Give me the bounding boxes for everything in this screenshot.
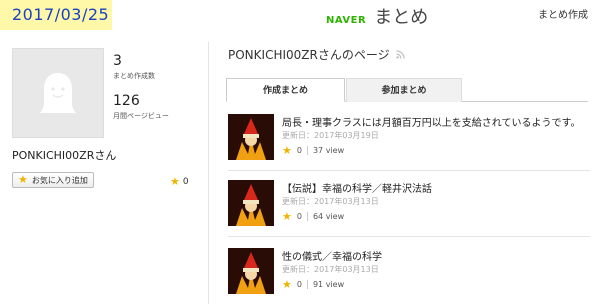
user-silhouette-icon [40, 73, 76, 113]
page-title: PONKICHI00ZRさんのページ [228, 46, 405, 63]
username: PONKICHI00ZRさん [12, 149, 117, 162]
avatar [12, 48, 104, 138]
star-icon: ★ [170, 175, 180, 188]
item-stars: 0 [296, 212, 302, 221]
list-divider [228, 236, 590, 237]
item-title[interactable]: 局長・理事クラスには月額百万円以上を支給されているようです。 [282, 114, 581, 129]
star-icon: ★ [282, 144, 292, 157]
meta-separator [306, 212, 308, 221]
item-date: 更新日：2017年03月19日 [282, 131, 379, 140]
item-title[interactable]: 【伝説】幸福の科学／軽井沢法話 [282, 180, 432, 195]
item-views: 64 view [312, 212, 345, 221]
item-meta: ★ 0 91 view [282, 279, 344, 290]
list-item[interactable]: 【伝説】幸福の科学／軽井沢法話 更新日：2017年03月13日 ★ 0 64 v… [228, 180, 590, 236]
star-icon: ★ [282, 210, 292, 223]
naver-matome-logo[interactable]: NAVER まとめ [326, 3, 428, 29]
favorite-count-value: 0 [182, 176, 189, 187]
date-stamp: 2017/03/25 [0, 0, 112, 30]
item-stars: 0 [296, 146, 302, 155]
column-divider [208, 42, 209, 304]
star-icon: ★ [282, 278, 292, 291]
item-title[interactable]: 性の儀式／幸福の科学 [282, 248, 382, 263]
favorite-count: ★ 0 [170, 176, 189, 187]
list-item[interactable]: 局長・理事クラスには月額百万円以上を支給されているようです。 更新日：2017年… [228, 114, 590, 170]
item-thumbnail[interactable] [228, 248, 274, 294]
logo-naver-text: NAVER [326, 15, 367, 26]
logo-matome-text: まとめ [374, 7, 429, 28]
item-thumbnail[interactable] [228, 180, 274, 226]
create-matome-link[interactable]: まとめ作成 [538, 6, 588, 21]
item-views: 37 view [312, 146, 345, 155]
item-date: 更新日：2017年03月13日 [282, 265, 379, 274]
meta-separator [306, 280, 308, 289]
item-meta: ★ 0 37 view [282, 145, 344, 156]
created-count-label: まとめ作成数 [113, 72, 155, 80]
created-count: 3 [113, 53, 122, 69]
list-divider [228, 170, 590, 171]
list-item[interactable]: 性の儀式／幸福の科学 更新日：2017年03月13日 ★ 0 91 view [228, 248, 590, 304]
item-date: 更新日：2017年03月13日 [282, 197, 379, 206]
monthly-views-label: 月間ページビュー [113, 112, 169, 120]
tab-joined-matome[interactable]: 参加まとめ [346, 78, 462, 102]
star-icon: ★ [18, 173, 28, 186]
item-meta: ★ 0 64 view [282, 211, 344, 222]
page-title-text: PONKICHI00ZRさんのページ [228, 48, 390, 62]
tab-bar: 作成まとめ 参加まとめ [226, 78, 588, 102]
meta-separator [306, 146, 308, 155]
add-favorite-button[interactable]: ★ お気に入り追加 [12, 172, 94, 188]
add-favorite-label: お気に入り追加 [31, 175, 88, 185]
item-stars: 0 [296, 280, 302, 289]
rss-icon[interactable] [395, 50, 405, 59]
tab-created-matome[interactable]: 作成まとめ [226, 78, 345, 102]
monthly-views-count: 126 [113, 93, 140, 109]
profile-stats: 3 まとめ作成数 126 月間ページビュー [113, 53, 169, 121]
item-thumbnail[interactable] [228, 114, 274, 160]
item-views: 91 view [312, 280, 345, 289]
